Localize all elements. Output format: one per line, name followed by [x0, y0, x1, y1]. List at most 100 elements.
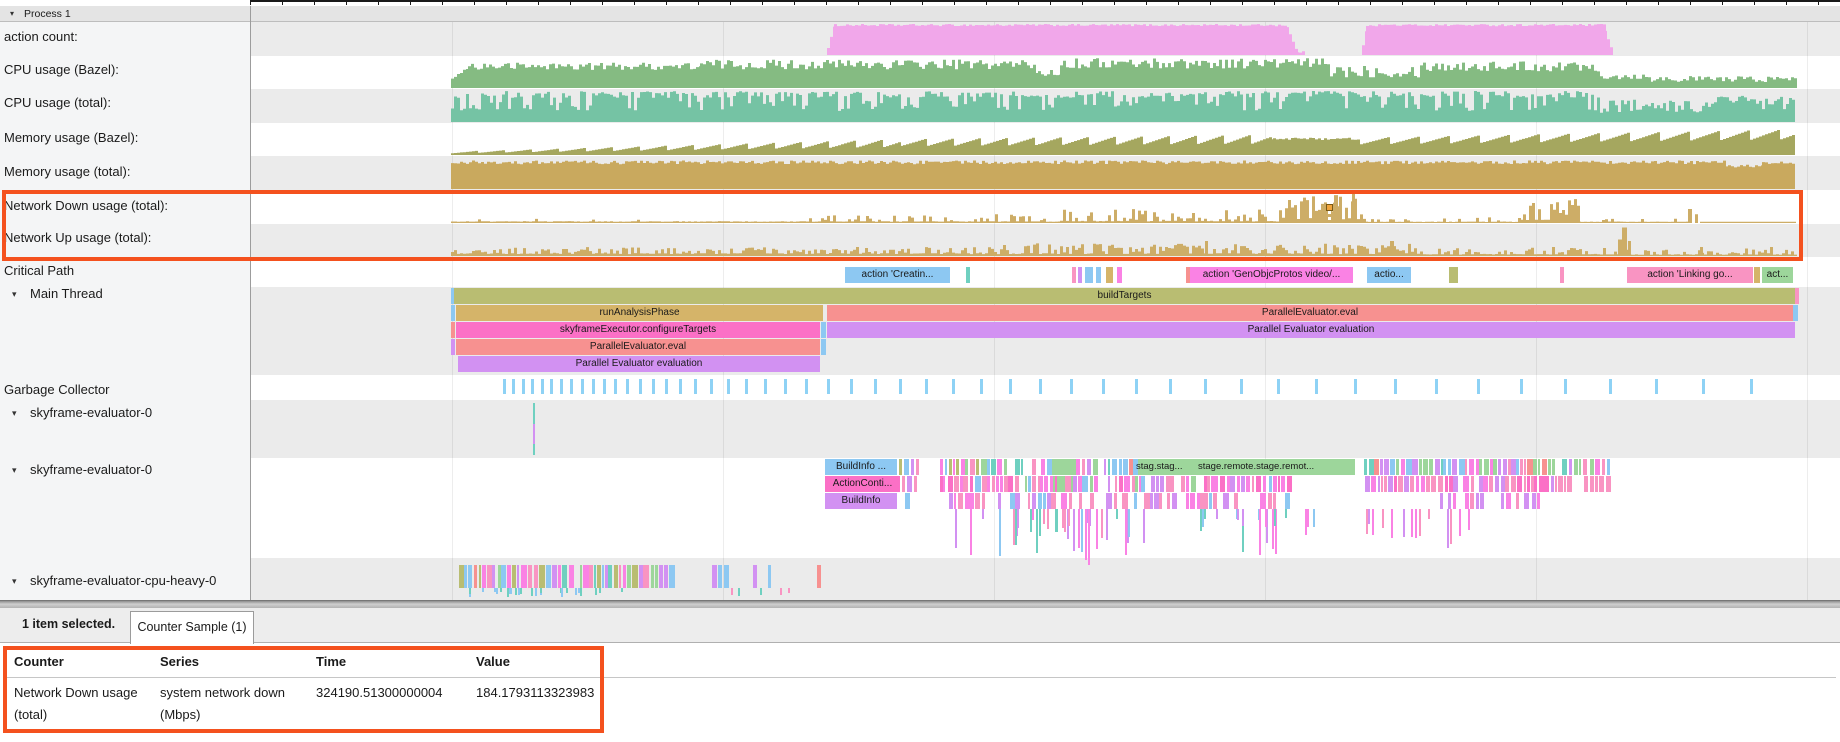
timeline-slice[interactable] [1517, 476, 1523, 492]
timeline-slice[interactable] [907, 476, 912, 492]
timeline-slice[interactable] [1087, 459, 1092, 475]
timeline-slice[interactable] [1384, 459, 1389, 475]
timeline-slice[interactable] [474, 565, 477, 588]
timeline-slice[interactable] [1246, 476, 1251, 492]
timeline-slice[interactable]: ParallelEvaluator.eval [456, 339, 820, 355]
timeline-slice[interactable] [954, 476, 959, 492]
timeline-slice[interactable]: action 'Creatin... [845, 267, 950, 283]
timeline-slice[interactable] [534, 565, 539, 588]
timeline-slice[interactable] [954, 493, 956, 509]
gc-event-tick[interactable] [1609, 379, 1612, 394]
timeline-slice[interactable] [1061, 493, 1067, 509]
gc-event-tick[interactable] [764, 379, 767, 394]
timeline-slice[interactable] [1090, 476, 1093, 492]
timeline-slice[interactable] [1015, 459, 1021, 475]
timeline-slice[interactable] [1004, 459, 1007, 475]
timeline-slice[interactable] [1263, 476, 1266, 492]
gc-event-tick[interactable] [805, 379, 808, 394]
timeline-slice[interactable] [998, 493, 1001, 509]
timeline-slice[interactable] [1560, 267, 1564, 283]
timeline-slice[interactable] [521, 565, 527, 588]
timeline-slice[interactable] [1524, 493, 1529, 509]
timeline-slice[interactable] [1562, 459, 1568, 475]
timeline-slice[interactable] [1501, 476, 1505, 492]
timeline-slice[interactable] [669, 565, 675, 588]
timeline-slice[interactable] [1483, 476, 1489, 492]
timeline-slice[interactable] [1028, 493, 1030, 509]
timeline-slice[interactable]: action 'GenObjcProtos video/... [1190, 267, 1353, 283]
timeline-slice[interactable]: Parallel Evaluator evaluation [458, 356, 820, 372]
gc-event-tick[interactable] [503, 379, 506, 394]
timeline-slice[interactable] [1108, 476, 1110, 492]
timeline-slice[interactable] [1406, 459, 1412, 475]
gc-event-tick[interactable] [626, 379, 629, 394]
timeline-slice[interactable] [501, 565, 506, 588]
gc-event-tick[interactable] [1009, 379, 1012, 394]
timeline-slice[interactable] [492, 565, 496, 588]
timeline-slice[interactable] [1381, 476, 1383, 492]
gc-event-tick[interactable] [639, 379, 642, 394]
timeline-slice[interactable] [1112, 459, 1117, 475]
timeline-slice[interactable] [1273, 493, 1276, 509]
timeline-slice[interactable] [1584, 476, 1588, 492]
timeline-slice[interactable] [1527, 459, 1533, 475]
tab-counter-sample[interactable]: Counter Sample (1) [130, 611, 254, 644]
timeline-slice[interactable] [1106, 493, 1110, 509]
gc-event-tick[interactable] [1477, 379, 1480, 394]
timeline-slice[interactable] [1065, 476, 1071, 492]
timeline-slice[interactable] [1371, 476, 1376, 492]
timeline-slice[interactable] [1281, 476, 1286, 492]
timeline-slice[interactable] [528, 565, 533, 588]
timeline-slice[interactable] [552, 565, 557, 588]
timeline-slice[interactable] [1160, 476, 1164, 492]
timeline-slice[interactable] [1551, 476, 1554, 492]
timeline-slice[interactable] [817, 565, 821, 588]
timeline-slice[interactable] [1552, 459, 1555, 475]
timeline-slice[interactable] [1010, 493, 1015, 509]
gc-event-tick[interactable] [581, 379, 584, 394]
timeline-slice[interactable] [1480, 493, 1484, 509]
timeline-slice[interactable] [1505, 476, 1509, 492]
timeline-slice[interactable] [533, 424, 535, 444]
timeline-slice[interactable] [1209, 493, 1212, 509]
timeline-slice[interactable] [1150, 493, 1153, 509]
timeline-slice[interactable] [1595, 459, 1600, 475]
timeline-slice[interactable] [1459, 459, 1465, 475]
timeline-slice[interactable] [1465, 459, 1467, 475]
timeline-slice[interactable] [1115, 476, 1117, 492]
timeline-slice[interactable] [1110, 493, 1112, 509]
gc-event-tick[interactable] [541, 379, 544, 394]
timeline-slice[interactable] [1025, 476, 1027, 492]
timeline-slice[interactable] [597, 565, 601, 588]
process-header[interactable]: ▾ Process 1 [0, 6, 1840, 22]
timeline-slice[interactable] [1364, 459, 1367, 475]
gc-event-tick[interactable] [1204, 379, 1207, 394]
gc-event-tick[interactable] [665, 379, 668, 394]
timeline-slice[interactable] [1793, 305, 1798, 321]
gc-event-tick[interactable] [952, 379, 955, 394]
timeline-slice[interactable] [1606, 476, 1611, 492]
timeline-slice[interactable] [956, 459, 959, 475]
timeline-slice[interactable] [594, 565, 596, 588]
timeline-slice[interactable] [975, 493, 980, 509]
timeline-slice[interactable] [940, 459, 943, 475]
timeline-slice[interactable] [1443, 459, 1446, 475]
timeline-slice[interactable] [1151, 476, 1155, 492]
timeline-slice[interactable] [948, 476, 953, 492]
gc-event-tick[interactable] [1520, 379, 1523, 394]
timeline-slice[interactable] [821, 339, 826, 355]
timeline-slice[interactable] [619, 565, 621, 588]
timeline-slice[interactable] [1268, 493, 1272, 509]
timeline-slice[interactable] [768, 565, 772, 588]
timeline-slice[interactable]: actio... [1367, 267, 1411, 283]
gc-event-tick[interactable] [560, 379, 563, 394]
timeline-slice[interactable] [965, 459, 968, 475]
timeline-slice[interactable] [911, 459, 914, 475]
timeline-slice[interactable] [1448, 493, 1451, 509]
timeline-slice[interactable] [1273, 476, 1276, 492]
timeline-slice[interactable] [718, 565, 722, 588]
timeline-slice[interactable] [1396, 459, 1399, 475]
gc-event-tick[interactable] [603, 379, 606, 394]
timeline-slice[interactable] [459, 565, 464, 588]
expander-icon[interactable]: ▾ [12, 465, 17, 476]
